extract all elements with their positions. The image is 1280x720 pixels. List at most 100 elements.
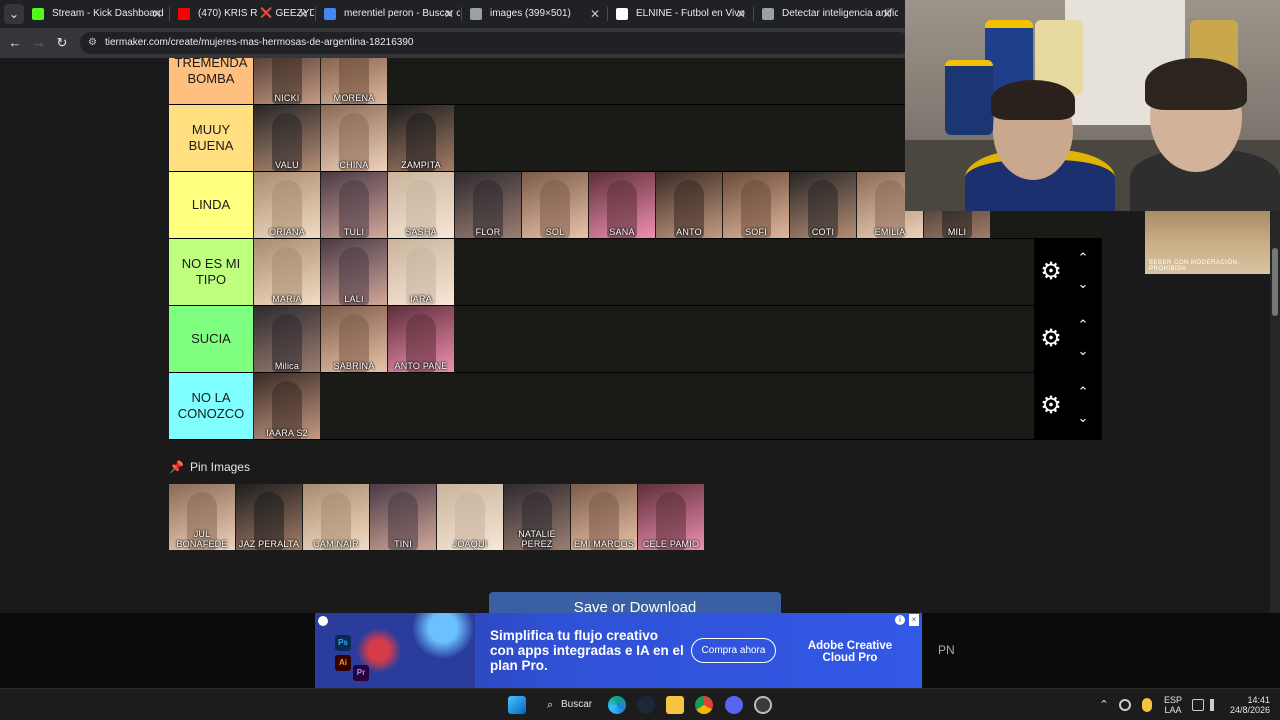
language-indicator[interactable]: ESP LAA [1161,695,1185,720]
tier-image-item[interactable]: IAARA S2 [254,373,320,439]
tab-close-icon[interactable]: ✕ [882,2,892,26]
tier-image-item[interactable]: SOL [522,172,588,238]
image-caption: NICKI [274,93,300,103]
tier-image-item[interactable]: IARA [388,239,454,305]
microphone-icon[interactable] [1142,698,1152,712]
steam-icon[interactable] [637,696,655,714]
tier-image-item[interactable]: SANA [589,172,655,238]
tier-image-item[interactable]: CHINA [321,105,387,171]
tier-image-item[interactable]: TULI [321,172,387,238]
site-settings-icon[interactable]: ⚙ [88,37,100,49]
tier-label[interactable]: LINDA [169,172,253,238]
tier-label[interactable]: TREMENDA BOMBA [169,58,253,104]
tier-image-item[interactable]: CAM NAIR [303,484,369,550]
clock[interactable]: 14:41 24/8/2026 [1226,695,1270,720]
ad-info-icon[interactable]: i [895,615,905,625]
chevron-down-icon[interactable]: ⌄ [1074,344,1092,358]
browser-tab[interactable]: merentiel peron - Buscar co ✕ [318,2,460,26]
tier-image-item[interactable]: SOFI [723,172,789,238]
tier-image-item[interactable]: EMI MARCOS [571,484,637,550]
tab-favicon-icon [616,8,628,20]
edge-icon[interactable] [608,696,626,714]
tab-close-icon[interactable]: ✕ [152,2,162,26]
pin-images-header: 📌 Pin Images [169,459,250,475]
tier-image-item[interactable]: NATALIE PEREZ [504,484,570,550]
tab-close-icon[interactable]: ✕ [590,2,600,26]
tier-label[interactable]: MUUY BUENA [169,105,253,171]
ad-strip: Ps Ai Pr Simplifica tu flujo creativo co… [0,613,1280,688]
adobe-advertisement[interactable]: Ps Ai Pr Simplifica tu flujo creativo co… [315,613,922,688]
tier-image-item[interactable]: Milica [254,306,320,372]
tier-image-item[interactable]: JAZ PERALTA [236,484,302,550]
tier-image-item[interactable]: MORENA [321,58,387,104]
browser-tab[interactable]: images (399×501) ✕ [464,2,606,26]
scrollbar-thumb[interactable] [1272,248,1278,316]
chevron-down-icon[interactable]: ⌄ [1074,411,1092,425]
tab-close-icon[interactable]: ✕ [736,2,746,26]
browser-tab[interactable]: Stream - Kick Dashboard ✕ [26,2,168,26]
url-text[interactable]: tiermaker.com/create/mujeres-mas-hermosa… [105,32,413,54]
tier-image-item[interactable]: ZAMPITA [388,105,454,171]
tab-title: merentiel peron - Buscar co [344,8,460,19]
image-caption: MILI [947,227,967,237]
file-explorer-icon[interactable] [666,696,684,714]
tier-image-item[interactable]: TINI [370,484,436,550]
tier-image-item[interactable]: FLOR [455,172,521,238]
app-icon[interactable] [754,696,772,714]
tier-image-item[interactable]: SABRINA [321,306,387,372]
image-caption: ZAMPITA [401,160,441,170]
forward-button[interactable]: → [30,34,48,52]
tray-app-icon[interactable] [1119,699,1131,711]
tab-favicon-icon [762,8,774,20]
tab-close-icon[interactable]: ✕ [444,2,454,26]
browser-tab[interactable]: ELNINE - Futbol en Vivo ✕ [610,2,752,26]
tier-image-item[interactable]: SASHA [388,172,454,238]
tier-image-item[interactable]: JUL BONAFEDE [169,484,235,550]
tier-image-item[interactable]: VALU [254,105,320,171]
tab-close-icon[interactable]: ✕ [298,2,308,26]
chevron-down-icon[interactable]: ⌄ [1074,277,1092,291]
reload-button[interactable]: ↻ [53,34,71,52]
tier-label[interactable]: SUCIA [169,306,253,372]
image-caption: ANTO PANE [394,361,448,371]
tier-label[interactable]: NO LA CONOZCO [169,373,253,439]
tab-favicon-icon [470,8,482,20]
chrome-icon[interactable] [695,696,713,714]
taskbar-search[interactable]: ⌕ Buscar [539,694,593,716]
address-bar[interactable]: ⚙ tiermaker.com/create/mujeres-mas-hermo… [80,32,910,54]
tier-label[interactable]: NO ES MI TIPO [169,239,253,305]
tier-image-item[interactable]: COTI [790,172,856,238]
tier-image-item[interactable]: JOAQUI [437,484,503,550]
gear-icon[interactable]: ⚙ [1038,393,1064,419]
tier-image-item[interactable]: NICKI [254,58,320,104]
tier-image-item[interactable]: ORIANA [254,172,320,238]
gear-icon[interactable]: ⚙ [1038,326,1064,352]
tier-image-item[interactable]: CELE PAMIO [638,484,704,550]
tier-items: Milica SABRINA ANTO PANE [254,306,455,372]
tier-image-item[interactable]: ANTO PANE [388,306,454,372]
windows-start-icon[interactable] [508,696,526,714]
back-button[interactable]: ← [6,34,24,52]
side-advertisement[interactable]: BEBER CON MODERACIÓN. PROHIBIDA [1145,210,1270,274]
volume-icon[interactable] [1210,699,1222,711]
image-caption: JOAQUI [452,539,488,549]
tier-image-item[interactable]: ANTO [656,172,722,238]
jersey-poster [945,60,993,135]
chevron-up-icon[interactable]: ⌃ [1074,385,1092,399]
discord-icon[interactable] [725,696,743,714]
tray-overflow-icon[interactable]: ⌃ [1098,698,1110,720]
ad-close-icon[interactable]: × [909,614,919,626]
chevron-up-icon[interactable]: ⌃ [1074,318,1092,332]
tab-favicon-icon [178,8,190,20]
gear-icon[interactable]: ⚙ [1038,259,1064,285]
browser-tab[interactable]: Detectar inteligencia artifici ✕ [756,2,898,26]
browser-tab[interactable]: (470) KRIS R ❌ GEEZYDEE✕ [172,2,314,26]
tab-search-menu-icon[interactable]: ⌄ [4,4,24,24]
ad-buy-now-button[interactable]: Compra ahora [691,638,776,663]
chevron-up-icon[interactable]: ⌃ [1074,251,1092,265]
network-icon[interactable] [1192,699,1204,711]
image-caption: EMI MARCOS [573,539,634,549]
tier-image-item[interactable]: MARIA [254,239,320,305]
ad-choices-icon[interactable] [318,616,328,626]
tier-image-item[interactable]: LALI [321,239,387,305]
